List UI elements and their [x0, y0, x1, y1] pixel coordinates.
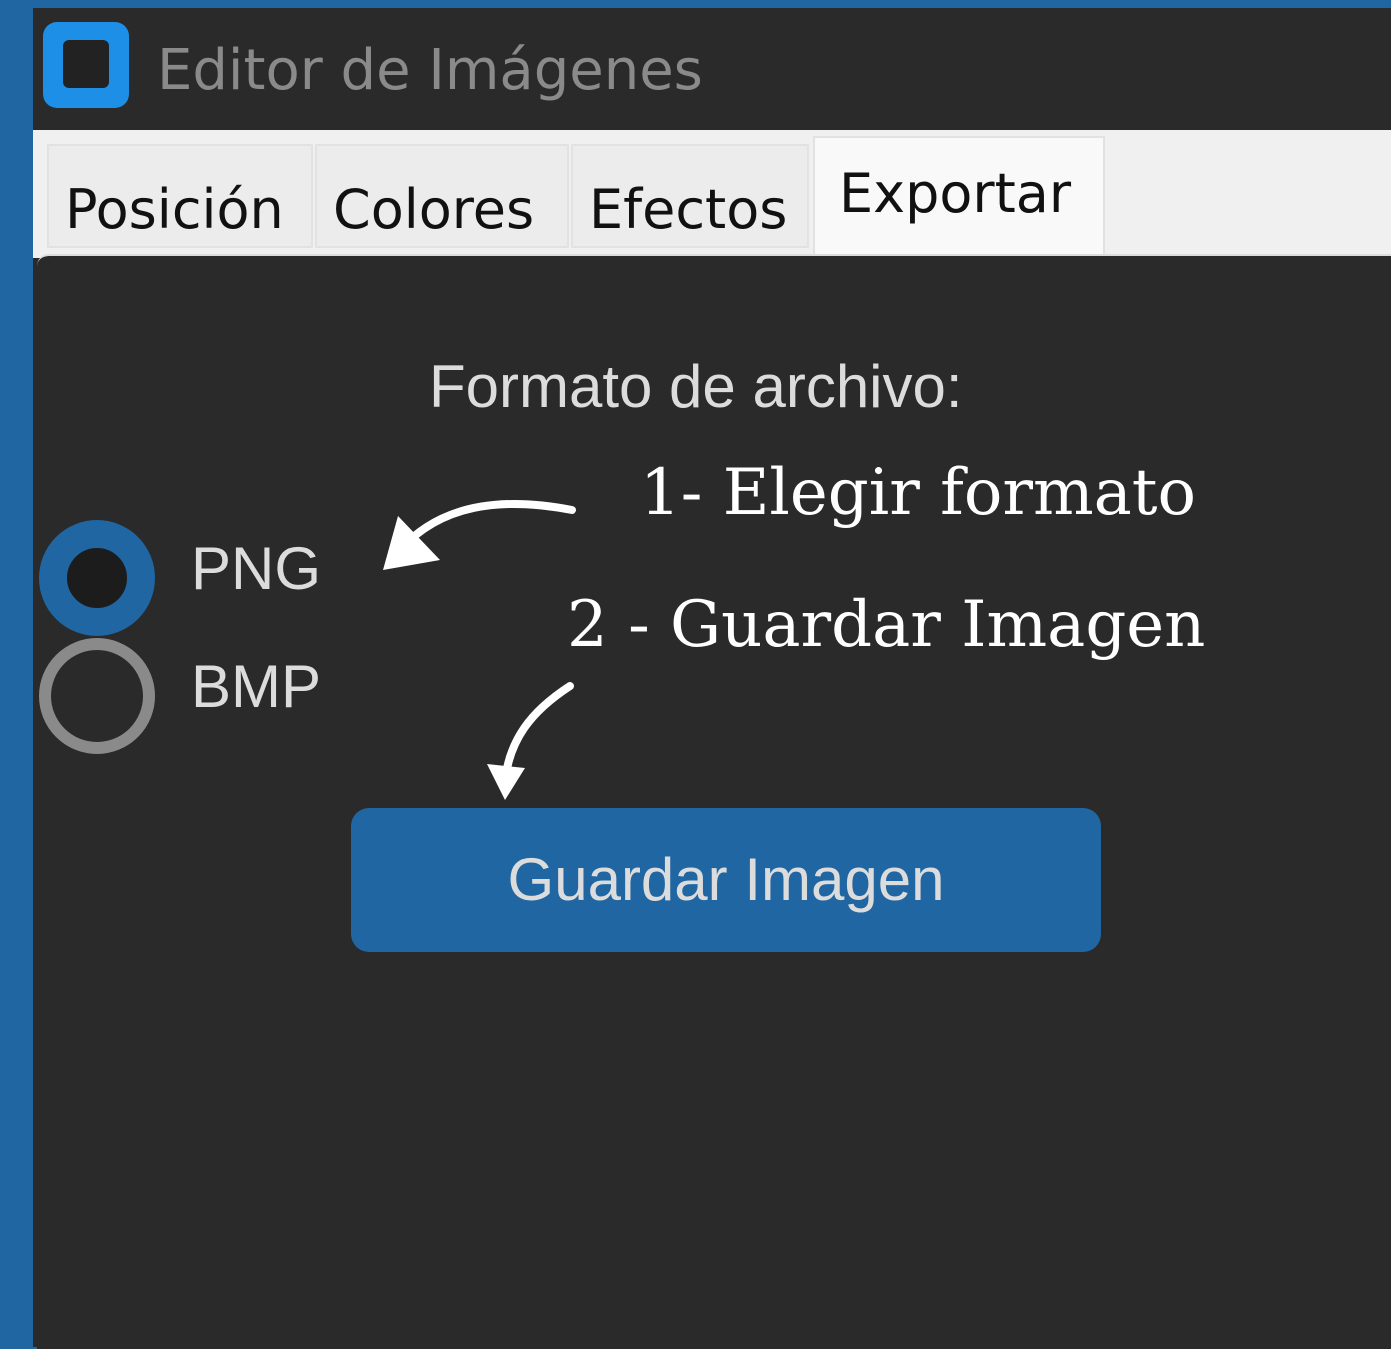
tab-posicion[interactable]: Posición: [47, 144, 313, 248]
tab-colores[interactable]: Colores: [315, 144, 569, 248]
app-window: Editor de Imágenes Posición Colores Efec…: [33, 8, 1391, 1349]
bmp-radio-button[interactable]: [39, 638, 155, 754]
tab-efectos[interactable]: Efectos: [571, 144, 809, 248]
png-radio-button[interactable]: [39, 520, 155, 636]
app-icon: [43, 22, 129, 108]
save-image-button[interactable]: Guardar Imagen: [351, 808, 1101, 952]
tab-exportar[interactable]: Exportar: [813, 136, 1105, 254]
desktop-frame: Editor de Imágenes Posición Colores Efec…: [0, 0, 1391, 1349]
export-panel: Formato de archivo: PNG BMP Guardar Imag…: [37, 254, 1391, 1349]
window-title: Editor de Imágenes: [157, 38, 703, 103]
tab-bar: Posición Colores Efectos Exportar: [33, 130, 1391, 258]
png-radio-label[interactable]: PNG: [191, 534, 321, 603]
annotation-step-1: 1- Elegir formato: [640, 456, 1197, 530]
format-label: Formato de archivo:: [429, 353, 963, 420]
title-bar: Editor de Imágenes: [33, 8, 1391, 130]
annotation-step-2: 2 - Guardar Imagen: [567, 588, 1206, 662]
bmp-radio-label[interactable]: BMP: [191, 652, 321, 721]
